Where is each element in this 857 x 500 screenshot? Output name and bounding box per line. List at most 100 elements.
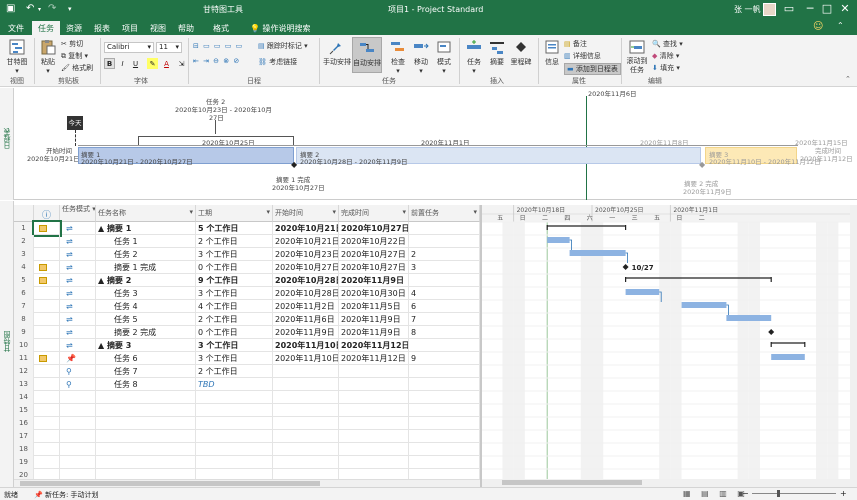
duration-cell[interactable] [196,404,273,417]
gantt-task-bar[interactable] [771,354,805,360]
start-cell[interactable]: 2020年11月9日 [273,326,339,339]
gantt-scrollbar-thumb[interactable] [502,480,642,485]
table-row[interactable]: 4⇌摘要 1 完成0 个工作日2020年10月27日2020年10月27日3 [14,261,480,274]
indicator-cell[interactable] [34,378,60,391]
table-row[interactable]: 13⚲任务 8TBD [14,378,480,391]
finish-cell[interactable]: 2020年11月9日 [339,274,409,287]
indicator-cell[interactable] [34,287,60,300]
customize-quick-access-icon[interactable]: ▾ [68,5,72,13]
indicator-cell[interactable] [34,391,60,404]
timeline-side-tab[interactable]: 日程表 [0,88,14,200]
font-color-icon[interactable]: A [161,58,172,69]
finish-cell[interactable]: 2020年10月22日 [339,235,409,248]
predecessors-cell[interactable] [409,235,480,248]
start-cell[interactable] [273,404,339,417]
row-number[interactable]: 2 [14,235,34,248]
indicator-cell[interactable] [34,300,60,313]
name-cell[interactable]: 任务 3 [96,287,196,300]
predecessors-cell[interactable]: 3 [409,261,480,274]
horizontal-scrollbar[interactable] [14,479,480,487]
row-number[interactable]: 4 [14,261,34,274]
name-cell[interactable] [96,404,196,417]
row-number[interactable]: 11 [14,352,34,365]
mark-on-track-button[interactable]: ▤ 跟踪时标记 ▾ [258,41,308,51]
name-cell[interactable]: 任务 2 [96,248,196,261]
mode-cell[interactable] [60,404,96,417]
smiley-icon[interactable]: ☺ [813,21,823,32]
bold-button[interactable]: B [104,58,115,69]
row-number[interactable]: 17 [14,430,34,443]
table-row[interactable]: 10⇌▲ 摘要 33 个工作日2020年11月10日2020年11月12日 [14,339,480,352]
new-task-mode-button[interactable]: 📌 新任务: 手动计划 [34,490,99,500]
indicator-cell[interactable] [34,339,60,352]
row-number[interactable]: 15 [14,404,34,417]
row-number[interactable]: 7 [14,300,34,313]
name-cell[interactable]: 任务 6 [96,352,196,365]
note-icon[interactable] [39,264,47,271]
mode-cell[interactable] [60,443,96,456]
finish-cell[interactable]: 2020年10月30日 [339,287,409,300]
indicator-cell[interactable] [34,235,60,248]
row-number[interactable]: 5 [14,274,34,287]
underline-button[interactable]: U [130,58,141,69]
finish-cell[interactable]: 2020年10月27日 [339,248,409,261]
predecessors-cell[interactable] [409,417,480,430]
name-cell[interactable] [96,391,196,404]
insert-task-button[interactable]: 任务▾ [463,39,485,75]
indicator-cell[interactable] [34,404,60,417]
start-cell[interactable] [273,417,339,430]
restore-icon[interactable]: □ [818,2,836,15]
mode-cell[interactable] [60,430,96,443]
inspect-button[interactable]: 检查▾ [387,39,409,75]
name-cell[interactable]: ▲ 摘要 2 [96,274,196,287]
timeline-milestone-1-icon[interactable]: ◆ [291,160,297,169]
zoom-out-icon[interactable]: − [742,489,749,498]
name-cell[interactable] [96,456,196,469]
row-number[interactable]: 13 [14,378,34,391]
indicator-cell[interactable] [34,248,60,261]
predecessors-cell[interactable] [409,391,480,404]
finish-cell[interactable]: 2020年10月27日 [339,261,409,274]
duration-cell[interactable]: 5 个工作日 [196,222,273,235]
predecessors-cell[interactable] [409,222,480,235]
auto-schedule-button[interactable]: 自动安排 [352,37,382,73]
table-row[interactable]: 5⇌▲ 摘要 29 个工作日2020年10月28日2020年11月9日 [14,274,480,287]
start-cell[interactable]: 2020年11月6日 [273,313,339,326]
table-row[interactable]: 18 [14,443,480,456]
mode-cell[interactable]: ⇌ [60,235,96,248]
indicator-cell[interactable] [34,326,60,339]
predecessors-cell[interactable]: 9 [409,352,480,365]
indicator-cell[interactable] [34,417,60,430]
indicator-cell[interactable] [34,274,60,287]
row-number[interactable]: 10 [14,339,34,352]
predecessors-cell[interactable] [409,365,480,378]
start-cell[interactable]: 2020年11月2日 [273,300,339,313]
gantt-chart-button[interactable]: 甘特图▾ [4,39,30,75]
duration-cell[interactable] [196,417,273,430]
name-cell[interactable]: ▲ 摘要 1 [96,222,196,235]
tab-report[interactable]: 报表 [88,21,116,35]
duration-cell[interactable] [196,443,273,456]
mode-cell[interactable]: ⇌ [60,248,96,261]
row-number[interactable]: 9 [14,326,34,339]
row-number[interactable]: 19 [14,456,34,469]
name-cell[interactable]: 任务 5 [96,313,196,326]
predecessors-cell[interactable] [409,443,480,456]
start-cell[interactable] [273,391,339,404]
name-cell[interactable]: 任务 4 [96,300,196,313]
finish-cell[interactable]: 2020年11月12日 [339,352,409,365]
table-row[interactable]: 1⇌▲ 摘要 15 个工作日2020年10月21日2020年10月27日 [14,222,480,235]
avatar[interactable] [763,3,776,16]
zoom-slider-track[interactable] [752,493,836,494]
gantt-task-bar[interactable] [626,289,660,295]
start-cell[interactable]: 2020年11月10日 [273,339,339,352]
column-header-indicators[interactable]: ⓘ [34,205,60,222]
column-header-mode[interactable]: 任务模式 ▾ [60,205,96,222]
predecessors-cell[interactable] [409,456,480,469]
finish-cell[interactable] [339,378,409,391]
scroll-to-task-button[interactable]: 滚动到任务 [624,39,650,75]
tab-resource[interactable]: 资源 [60,21,88,35]
table-row[interactable]: 19 [14,456,480,469]
undo-dropdown-icon[interactable]: ▾ [38,6,41,13]
mode-button[interactable]: 模式▾ [433,39,455,75]
